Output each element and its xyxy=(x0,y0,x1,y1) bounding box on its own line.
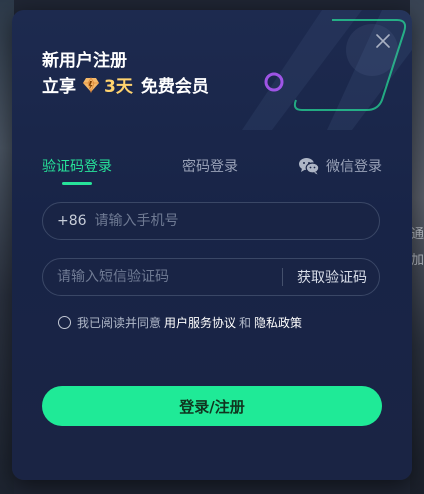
phone-input[interactable] xyxy=(94,213,379,229)
register-login-modal: 新用户注册 立享 3天 免费会员 验证码登录 密码登录 微信登录 +86 请输入… xyxy=(12,10,412,480)
tab-sms-login[interactable]: 验证码登录 xyxy=(42,156,112,185)
tab-password-login[interactable]: 密码登录 xyxy=(182,156,238,176)
tab-label: 密码登录 xyxy=(182,159,238,175)
agreement-prefix: 我已阅读并同意 xyxy=(77,316,162,330)
get-code-button[interactable]: 获取验证码 xyxy=(283,267,379,287)
tab-wechat-login[interactable]: 微信登录 xyxy=(298,156,382,176)
wechat-icon xyxy=(299,158,320,175)
tab-label: 验证码登录 xyxy=(42,159,112,175)
country-code[interactable]: +86 xyxy=(57,213,87,229)
modal-title: 新用户注册 xyxy=(42,51,127,71)
promo-prefix: 立享 xyxy=(42,77,76,97)
sms-code-field: 获取验证码 xyxy=(42,258,380,296)
close-icon[interactable] xyxy=(374,32,392,50)
phone-field: +86 xyxy=(42,202,380,240)
promo-suffix: 免费会员 xyxy=(140,77,209,97)
sms-code-input[interactable] xyxy=(57,269,282,285)
login-tabs: 验证码登录 密码登录 微信登录 xyxy=(42,156,382,188)
diamond-icon xyxy=(83,76,99,93)
active-tab-indicator xyxy=(62,182,92,185)
decoration-graphic xyxy=(242,10,412,130)
agreement-conjunction: 和 xyxy=(239,316,252,330)
promo-days: 3天 xyxy=(104,77,133,97)
tab-label: 微信登录 xyxy=(326,159,382,175)
terms-link[interactable]: 用户服务协议 xyxy=(164,314,236,331)
agreement-checkbox[interactable] xyxy=(58,316,71,329)
login-register-button[interactable]: 登录/注册 xyxy=(42,386,382,426)
agreement-row: 我已阅读并同意 用户服务协议 和 隐私政策 xyxy=(58,314,305,331)
modal-promo: 立享 3天 免费会员 xyxy=(42,72,209,97)
privacy-link[interactable]: 隐私政策 xyxy=(254,314,302,331)
